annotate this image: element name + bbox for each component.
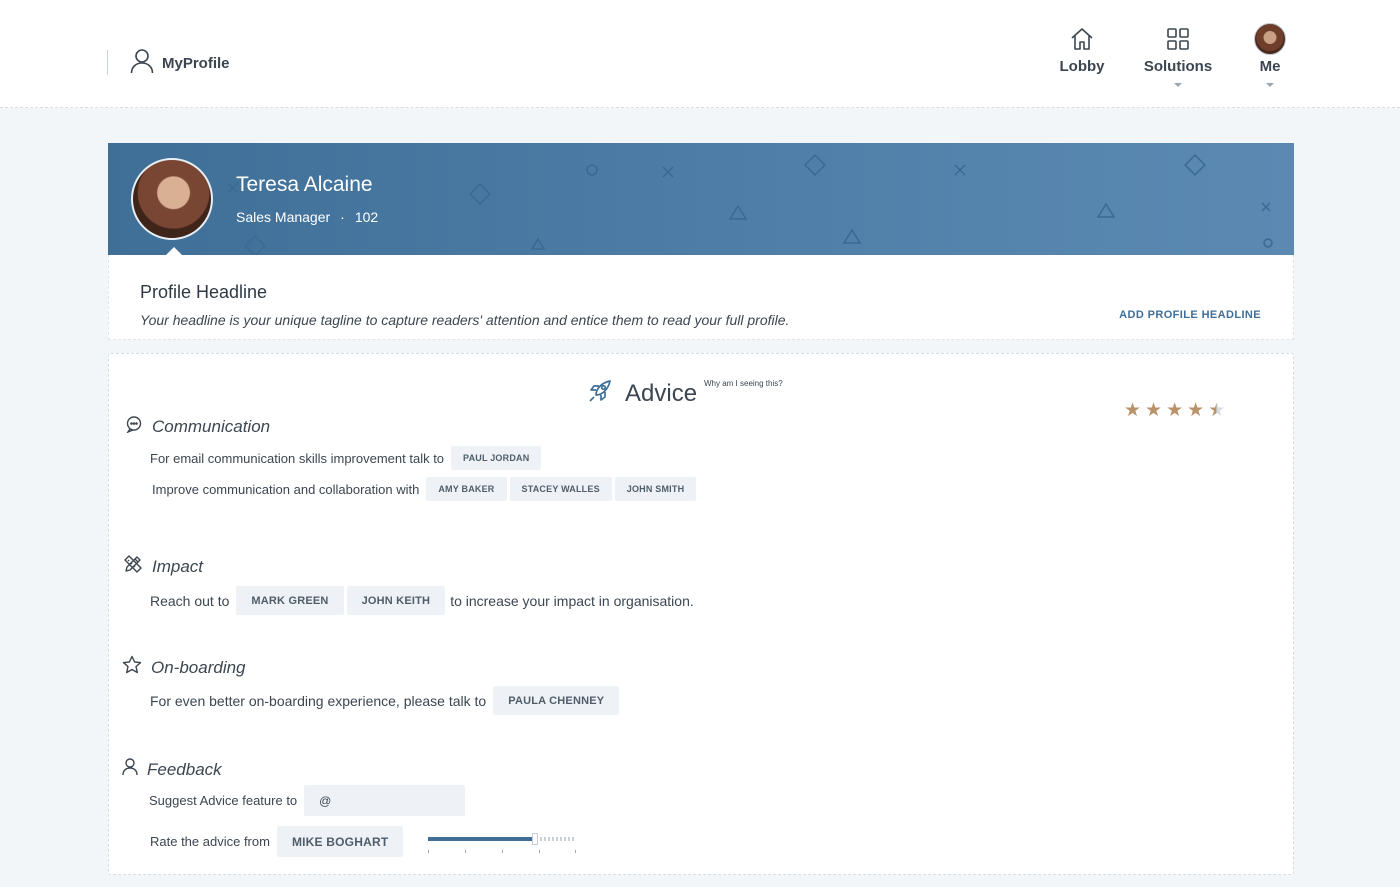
- me-avatar-wrap: [1254, 23, 1286, 55]
- feedback-suggest-row: Suggest Advice feature to: [149, 785, 466, 816]
- communication-row-collab: Improve communication and collaboration …: [152, 477, 697, 501]
- slider-tick: [501, 849, 503, 853]
- top-bar: MyProfile Lobby Solutions Me: [0, 0, 1400, 108]
- person-chip[interactable]: PAUL JORDAN: [451, 446, 542, 470]
- impact-before-text: Reach out to: [150, 592, 230, 609]
- avatar-pointer: [166, 247, 182, 255]
- onboarding-title: On-boarding: [151, 657, 246, 677]
- brand-divider: [107, 50, 108, 75]
- chevron-down-icon: [1174, 83, 1182, 87]
- headline-title: Profile Headline: [140, 282, 268, 302]
- grid-icon: [1166, 24, 1190, 54]
- slider-tick: [428, 849, 430, 853]
- pencil-ruler-icon: [123, 554, 143, 579]
- profile-avatar[interactable]: [131, 158, 213, 240]
- feedback-rate-text: Rate the advice from: [150, 834, 270, 849]
- person-chip[interactable]: MARK GREEN: [236, 586, 344, 615]
- impact-row: Reach out to MARK GREEN JOHN KEITH to in…: [150, 586, 698, 615]
- rating-star[interactable]: ★: [1145, 399, 1162, 422]
- person-chip[interactable]: AMY BAKER: [426, 477, 507, 501]
- communication-email-text: For email communication skills improveme…: [150, 450, 445, 466]
- advice-rating: ★ ★ ★ ★ ★: [1124, 399, 1225, 422]
- home-icon: [1070, 24, 1094, 54]
- person-chip[interactable]: JOHN SMITH: [614, 477, 697, 501]
- nav-me[interactable]: Me: [1225, 23, 1315, 96]
- suggest-recipient-input[interactable]: [304, 785, 466, 816]
- advice-title: Advice: [625, 379, 698, 407]
- advice-panel: Advice Why am I seeing this? ★ ★ ★ ★ ★ C…: [108, 353, 1294, 875]
- communication-collab-text: Improve communication and collaboration …: [152, 481, 420, 497]
- nav-lobby[interactable]: Lobby: [1037, 24, 1127, 96]
- chat-bubble-icon: [125, 415, 143, 438]
- communication-row-email: For email communication skills improveme…: [150, 446, 542, 470]
- person-chip[interactable]: PAULA CHENNEY: [493, 686, 620, 715]
- nav-solutions[interactable]: Solutions: [1133, 24, 1223, 96]
- meta-separator: ·: [340, 209, 345, 225]
- chevron-down-icon: [1266, 83, 1274, 87]
- impact-title: Impact: [152, 556, 204, 576]
- feedback-suggest-text: Suggest Advice feature to: [149, 793, 298, 808]
- person-icon: [122, 758, 138, 781]
- slider-ticks: [428, 849, 577, 853]
- rating-star[interactable]: ★: [1187, 399, 1204, 422]
- advice-rating-slider[interactable]: [428, 830, 577, 854]
- feedback-section-header: Feedback: [122, 758, 222, 781]
- impact-after-text: to increase your impact in organisation.: [450, 592, 694, 609]
- slider-tick: [465, 849, 467, 853]
- person-chip[interactable]: JOHN KEITH: [346, 586, 446, 615]
- profile-name: Teresa Alcaine: [236, 173, 373, 196]
- user-icon: [130, 48, 154, 79]
- rating-star[interactable]: ★: [1166, 399, 1183, 422]
- rocket-icon: [587, 378, 613, 409]
- slider-tick: [538, 849, 540, 853]
- advice-header: Advice: [587, 378, 697, 409]
- rating-star[interactable]: ★: [1124, 399, 1141, 422]
- feedback-rate-row: Rate the advice from MIKE BOGHART: [150, 826, 577, 857]
- person-chip[interactable]: STACEY WALLES: [509, 477, 612, 501]
- rating-star-half[interactable]: ★: [1208, 399, 1225, 422]
- feedback-title: Feedback: [147, 759, 222, 779]
- why-am-i-seeing-this-link[interactable]: Why am I seeing this?: [704, 379, 783, 388]
- slider-fill: [428, 836, 536, 841]
- headline-description: Your headline is your unique tagline to …: [140, 312, 790, 328]
- onboarding-section-header: On-boarding: [122, 655, 246, 680]
- add-profile-headline-button[interactable]: ADD PROFILE HEADLINE: [1119, 309, 1261, 321]
- banner-pattern: [227, 154, 1273, 255]
- app-title: MyProfile: [162, 54, 230, 72]
- slider-thumb[interactable]: [532, 832, 539, 845]
- onboarding-text: For even better on-boarding experience, …: [150, 692, 487, 709]
- slider-tick: [575, 849, 577, 853]
- headline-panel: Profile Headline Your headline is your u…: [108, 255, 1294, 340]
- nav-me-label: Me: [1259, 58, 1281, 75]
- nav-lobby-label: Lobby: [1059, 58, 1105, 75]
- profile-banner: [108, 143, 1294, 255]
- star-outline-icon: [122, 655, 142, 680]
- nav-solutions-label: Solutions: [1143, 58, 1213, 75]
- brand-link[interactable]: MyProfile: [130, 48, 230, 78]
- avatar: [1254, 23, 1286, 55]
- onboarding-row: For even better on-boarding experience, …: [150, 686, 620, 715]
- communication-title: Communication: [152, 416, 271, 436]
- impact-section-header: Impact: [123, 554, 203, 579]
- communication-section-header: Communication: [125, 415, 270, 438]
- profile-meta: Sales Manager · 102: [236, 209, 378, 225]
- person-chip[interactable]: MIKE BOGHART: [276, 826, 404, 857]
- profile-number: 102: [354, 209, 379, 225]
- profile-role: Sales Manager: [236, 209, 331, 225]
